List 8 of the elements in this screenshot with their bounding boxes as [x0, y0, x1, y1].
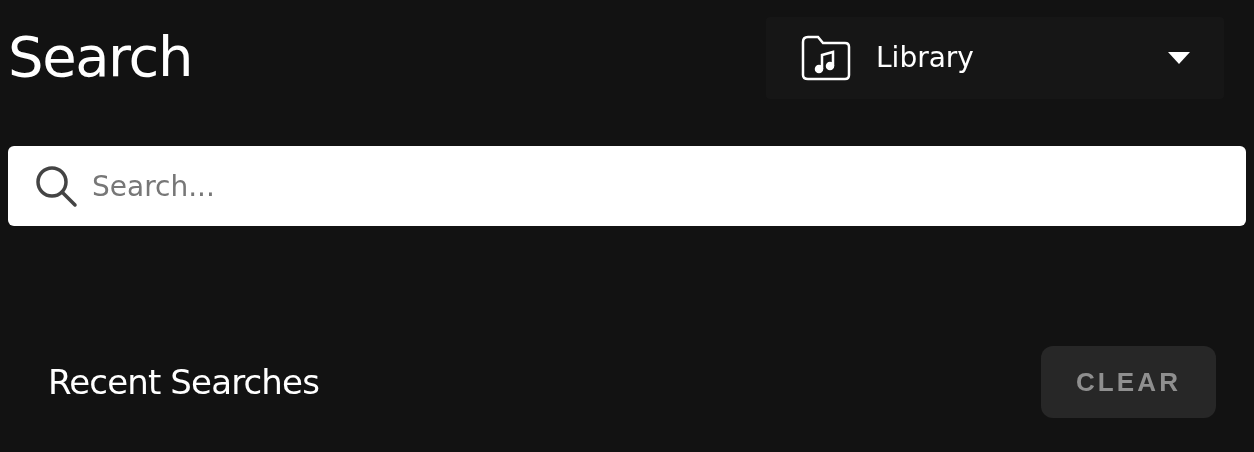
- search-icon: [34, 164, 78, 208]
- section-heading: Recent Searches: [48, 360, 319, 404]
- caret-icon: [1168, 52, 1190, 64]
- search-field[interactable]: Search...: [8, 146, 1246, 226]
- source-dropdown[interactable]: Library: [766, 17, 1224, 99]
- music-folder-icon: [800, 34, 852, 82]
- clear-button[interactable]: CLEAR: [1041, 346, 1216, 418]
- page-title: Search: [8, 29, 192, 85]
